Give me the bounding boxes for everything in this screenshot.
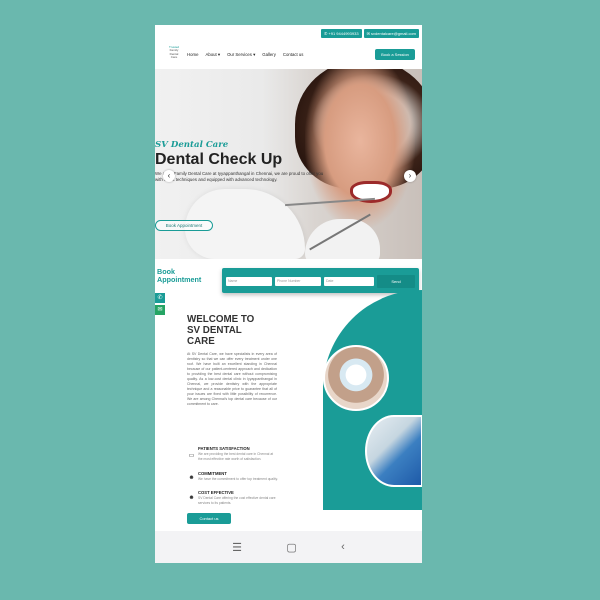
email-contact[interactable]: ✉ svdentalcare@gmail.com	[363, 28, 419, 38]
welcome-line2: SV DENTAL	[187, 325, 242, 336]
feature-title-cost: COST EFFECTIVE	[198, 490, 234, 495]
book-session-button[interactable]: Book a Session	[375, 49, 415, 60]
slider-next-icon[interactable]: ›	[404, 170, 416, 182]
nav-about[interactable]: About ▾	[205, 52, 220, 58]
main-nav: Home About ▾ Our Services ▾ Gallery Cont…	[187, 52, 303, 58]
name-field[interactable]: Name	[226, 277, 272, 286]
system-nav-bar: ☰ ▢ ‹	[155, 531, 422, 563]
floating-phone-icon[interactable]: ✆	[155, 293, 165, 303]
people-icon: ☻	[188, 475, 195, 481]
book-appointment-button[interactable]: Book Appointment	[155, 220, 213, 231]
feature-title-satisfaction: PATIENTS SATISFACTION	[198, 446, 250, 451]
hero-title: Dental Check Up	[155, 151, 283, 168]
hero-subtitle: SV Dental Care	[155, 140, 229, 150]
top-contact-bar: ✆ +91 9444993933 ✉ svdentalcare@gmail.co…	[155, 25, 422, 41]
nav-gallery[interactable]: Gallery	[262, 52, 276, 58]
floating-whatsapp-icon[interactable]: ✉	[155, 305, 165, 315]
clinic-logo[interactable]: Trusted Family Dental Care	[163, 45, 185, 71]
group-icon: ☻	[188, 495, 195, 501]
nav-contact[interactable]: Contact us	[283, 52, 304, 58]
send-button[interactable]: Send	[377, 275, 415, 288]
booking-label: Book Appointment	[157, 268, 201, 284]
phone-number: +91 9444993933	[328, 30, 359, 36]
contact-us-button[interactable]: Contact us	[187, 513, 231, 524]
nav-home[interactable]: Home	[187, 52, 198, 58]
welcome-line3: CARE	[187, 336, 215, 347]
logo-text-4: Care	[170, 55, 178, 59]
date-field[interactable]: Date	[324, 277, 374, 286]
laptop-icon: ▭	[188, 453, 195, 459]
hero-description: We are a Family Dental Care at Iyyappant…	[155, 171, 324, 182]
feature-text-cost: SV Dental Care offering the cost effecti…	[198, 496, 276, 505]
feature-text-commitment: We have the commitment to offer top trea…	[198, 477, 278, 481]
menu-icon[interactable]: ☰	[232, 541, 242, 554]
welcome-heading: WELCOME TO SV DENTAL CARE	[187, 314, 254, 347]
booking-form: Name Phone Number Date Send	[222, 268, 419, 293]
back-icon[interactable]: ‹	[341, 541, 345, 553]
welcome-line1: WELCOME TO	[187, 314, 255, 325]
dental-tool-image	[365, 415, 422, 487]
nav-services[interactable]: Our Services ▾	[227, 52, 255, 58]
phone-screen: ✆ +91 9444993933 ✉ svdentalcare@gmail.co…	[155, 25, 422, 563]
email-address: svdentalcare@gmail.com	[371, 30, 416, 36]
about-text: At SV Dental Care, we have specialists i…	[187, 352, 277, 406]
tooth-hands-image	[323, 345, 389, 411]
booking-label-line2: Appointment	[157, 275, 202, 284]
hero-banner: SV Dental Care Dental Check Up We are a …	[155, 69, 422, 259]
slider-prev-icon[interactable]: ‹	[163, 170, 175, 182]
feature-text-satisfaction: We are providing the best dental care in…	[198, 452, 274, 461]
phone-field[interactable]: Phone Number	[275, 277, 321, 286]
feature-title-commitment: COMMITMENT	[198, 471, 227, 476]
phone-contact[interactable]: ✆ +91 9444993933	[320, 28, 362, 38]
home-icon[interactable]: ▢	[286, 541, 296, 554]
hero-image-face	[305, 69, 415, 229]
